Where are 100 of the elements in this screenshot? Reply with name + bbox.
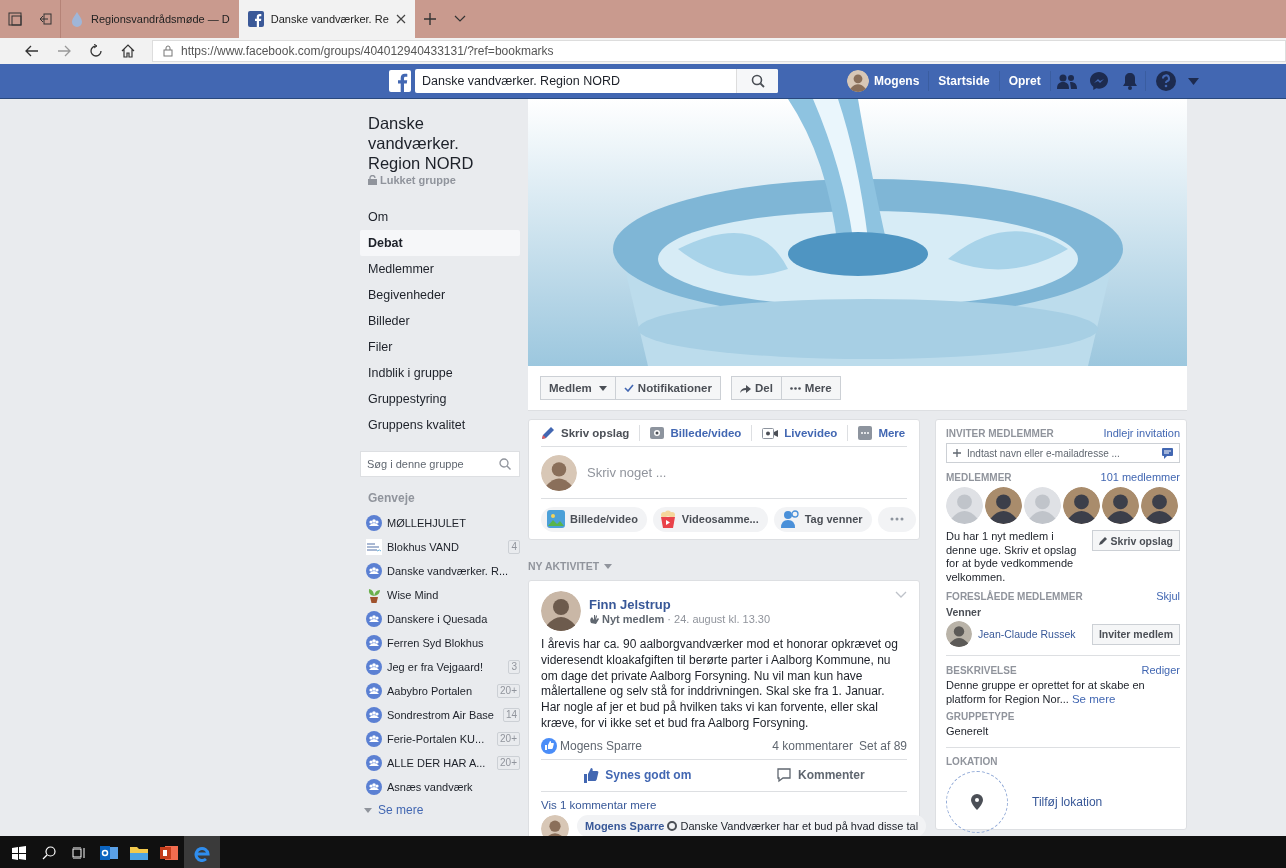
search-field[interactable]: Danske vandværker. Region NORD (415, 69, 778, 93)
logo-icon (366, 539, 382, 555)
subheading: Venner (946, 606, 983, 618)
caret-down-icon (604, 563, 613, 569)
shortcut-item[interactable]: Aabybro Portalen 20+ (360, 679, 520, 703)
sidebar-item[interactable]: Gruppestyring (360, 386, 520, 412)
folder-drawing (130, 845, 148, 860)
comment-button[interactable]: Kommenter (775, 767, 865, 784)
bell-drawing (1120, 72, 1139, 90)
windows-icon (8, 12, 22, 26)
dropdown-button[interactable]: Medlem (540, 376, 616, 400)
composer-tab[interactable]: Mere (858, 425, 916, 441)
commenter-name[interactable]: Mogens Sparre (585, 819, 665, 832)
new-member-text: Du har 1 nyt medlem i denne uge. Skriv et opslag for at byde vedkommende velkommen. (946, 530, 1078, 584)
more-icon (789, 386, 801, 390)
member-avatar (1063, 487, 1100, 524)
action-button[interactable]: Mere (781, 376, 841, 400)
composer-chip[interactable]: Videosamme... (652, 506, 768, 532)
group-type: Generelt (946, 725, 990, 739)
group-icon (366, 659, 382, 675)
group-icon (366, 755, 382, 771)
invite-field[interactable]: Indtast navn eller e-mailadresse ... (946, 443, 1180, 463)
embed-invite-link[interactable]: Indlejr invitation (1103, 427, 1180, 439)
member-avatar (1141, 487, 1178, 524)
section-heading: GRUPPETYPE (946, 711, 1016, 722)
shortcut-item[interactable]: ALLE DER HAR A... 20+ (360, 751, 520, 775)
section-heading: INVITER MEDLEMMER (946, 428, 1054, 439)
sidebar-item[interactable]: Indblik i gruppe (360, 360, 520, 386)
tag-person-icon (779, 510, 800, 528)
more-icon (889, 517, 904, 521)
group-search-field[interactable]: Søg i denne gruppe (360, 451, 520, 477)
add-location-link[interactable]: Tilføj lokation (1032, 794, 1103, 809)
see-more-link[interactable]: Se mere (1071, 692, 1116, 705)
sidebar-item[interactable]: Begivenheder (360, 282, 520, 308)
composer-tab[interactable]: Billede/video (650, 425, 753, 441)
thumbs-up-icon (583, 767, 600, 784)
home-icon (121, 44, 135, 58)
section-heading: BESKRIVELSE (946, 665, 1017, 676)
member-count-link[interactable]: 101 medlemmer (1100, 471, 1180, 483)
caret-down-icon (364, 807, 372, 813)
shortcut-item[interactable]: Ferren Syd Blokhus (360, 631, 520, 655)
hide-link[interactable]: Skjul (1156, 590, 1180, 602)
toggle-button[interactable]: Notifikationer (615, 376, 721, 400)
sidebar-item[interactable]: Billeder (360, 308, 520, 334)
image-icon (547, 510, 565, 528)
count-badge: 4 (508, 540, 520, 554)
see-more-link[interactable]: Se mere (360, 799, 520, 821)
share-icon (739, 383, 751, 393)
group-icon (366, 779, 382, 795)
composer-chip[interactable]: Tag venner (773, 506, 872, 532)
composer-tab[interactable]: Livevideo (762, 425, 849, 441)
like-button[interactable]: Synes godt om (583, 767, 692, 784)
sidebar-item[interactable]: Gruppens kvalitet (360, 412, 520, 438)
count-badge: 20+ (497, 684, 520, 698)
shortcut-item[interactable]: Ferie-Portalen KU... 20+ (360, 727, 520, 751)
sidebar-item[interactable]: Medlemmer (360, 256, 520, 282)
search-drawing (42, 845, 56, 860)
group-icon (366, 563, 382, 579)
person-name[interactable]: Jean-Claude Russek (978, 628, 1086, 640)
close-icon (395, 14, 406, 24)
sidebar-item[interactable]: Om (360, 204, 520, 230)
shortcut-item[interactable]: Danske vandværker. R... (360, 559, 520, 583)
seen-count[interactable]: Set af 89 (858, 738, 907, 753)
action-button[interactable]: Del (730, 376, 782, 400)
member-avatar (1024, 487, 1061, 524)
count-badge: 20+ (497, 732, 520, 746)
profile-link[interactable]: Mogens (838, 71, 930, 91)
tab-aside-icon (38, 12, 52, 26)
plus-icon (422, 12, 437, 26)
sidebar-item[interactable]: Filer (360, 334, 520, 360)
search-icon (499, 458, 511, 470)
shortcut-item[interactable]: MØLLEHJULET (360, 511, 520, 535)
shortcut-item[interactable]: Jeg er fra Vejgaard! 3 (360, 655, 520, 679)
address-bar[interactable]: https://www.facebook.com/groups/404012940433131/?ref=bookmarks (152, 40, 1286, 62)
nav-link[interactable]: Opret (999, 71, 1051, 91)
shortcut-item[interactable]: Asnæs vandværk (360, 775, 520, 799)
shortcut-item[interactable]: Sondrestrom Air Base 14 (360, 703, 520, 727)
invite-button[interactable]: Inviter medlem (1091, 623, 1180, 645)
composer-tab[interactable]: Skriv opslag (541, 425, 641, 441)
sidebar-item[interactable]: Debat (360, 230, 520, 256)
shortcut-item[interactable]: Danskere i Quesada (360, 607, 520, 631)
shortcut-item[interactable]: Blokhus VAND 4 (360, 535, 520, 559)
chevron-down-icon (453, 15, 466, 23)
shortcut-item[interactable]: Wise Mind (360, 583, 520, 607)
pencil-icon (1098, 536, 1108, 545)
facebook-logo-icon (389, 70, 411, 92)
edit-link[interactable]: Rediger (1141, 664, 1180, 676)
browser-tab[interactable]: Danske vandværker. Re (238, 0, 415, 38)
comment-count[interactable]: 4 kommentarer (772, 738, 853, 753)
avatar-icon (847, 70, 869, 92)
more-comments-link[interactable]: Vis 1 kommentar mere (529, 791, 919, 815)
composer-chip[interactable]: Billede/video (541, 506, 647, 532)
browser-app-icon[interactable] (184, 836, 220, 868)
nav-link[interactable]: Startside (929, 71, 1000, 91)
caret-down-icon (1187, 77, 1199, 85)
write-post-button[interactable]: Skriv opslag (1091, 530, 1180, 551)
chevron-down-icon (895, 591, 907, 598)
map-pin-icon (971, 793, 983, 810)
reaction-names[interactable]: Mogens Sparre (560, 738, 643, 753)
author-name[interactable]: Finn Jelstrup (589, 597, 887, 612)
